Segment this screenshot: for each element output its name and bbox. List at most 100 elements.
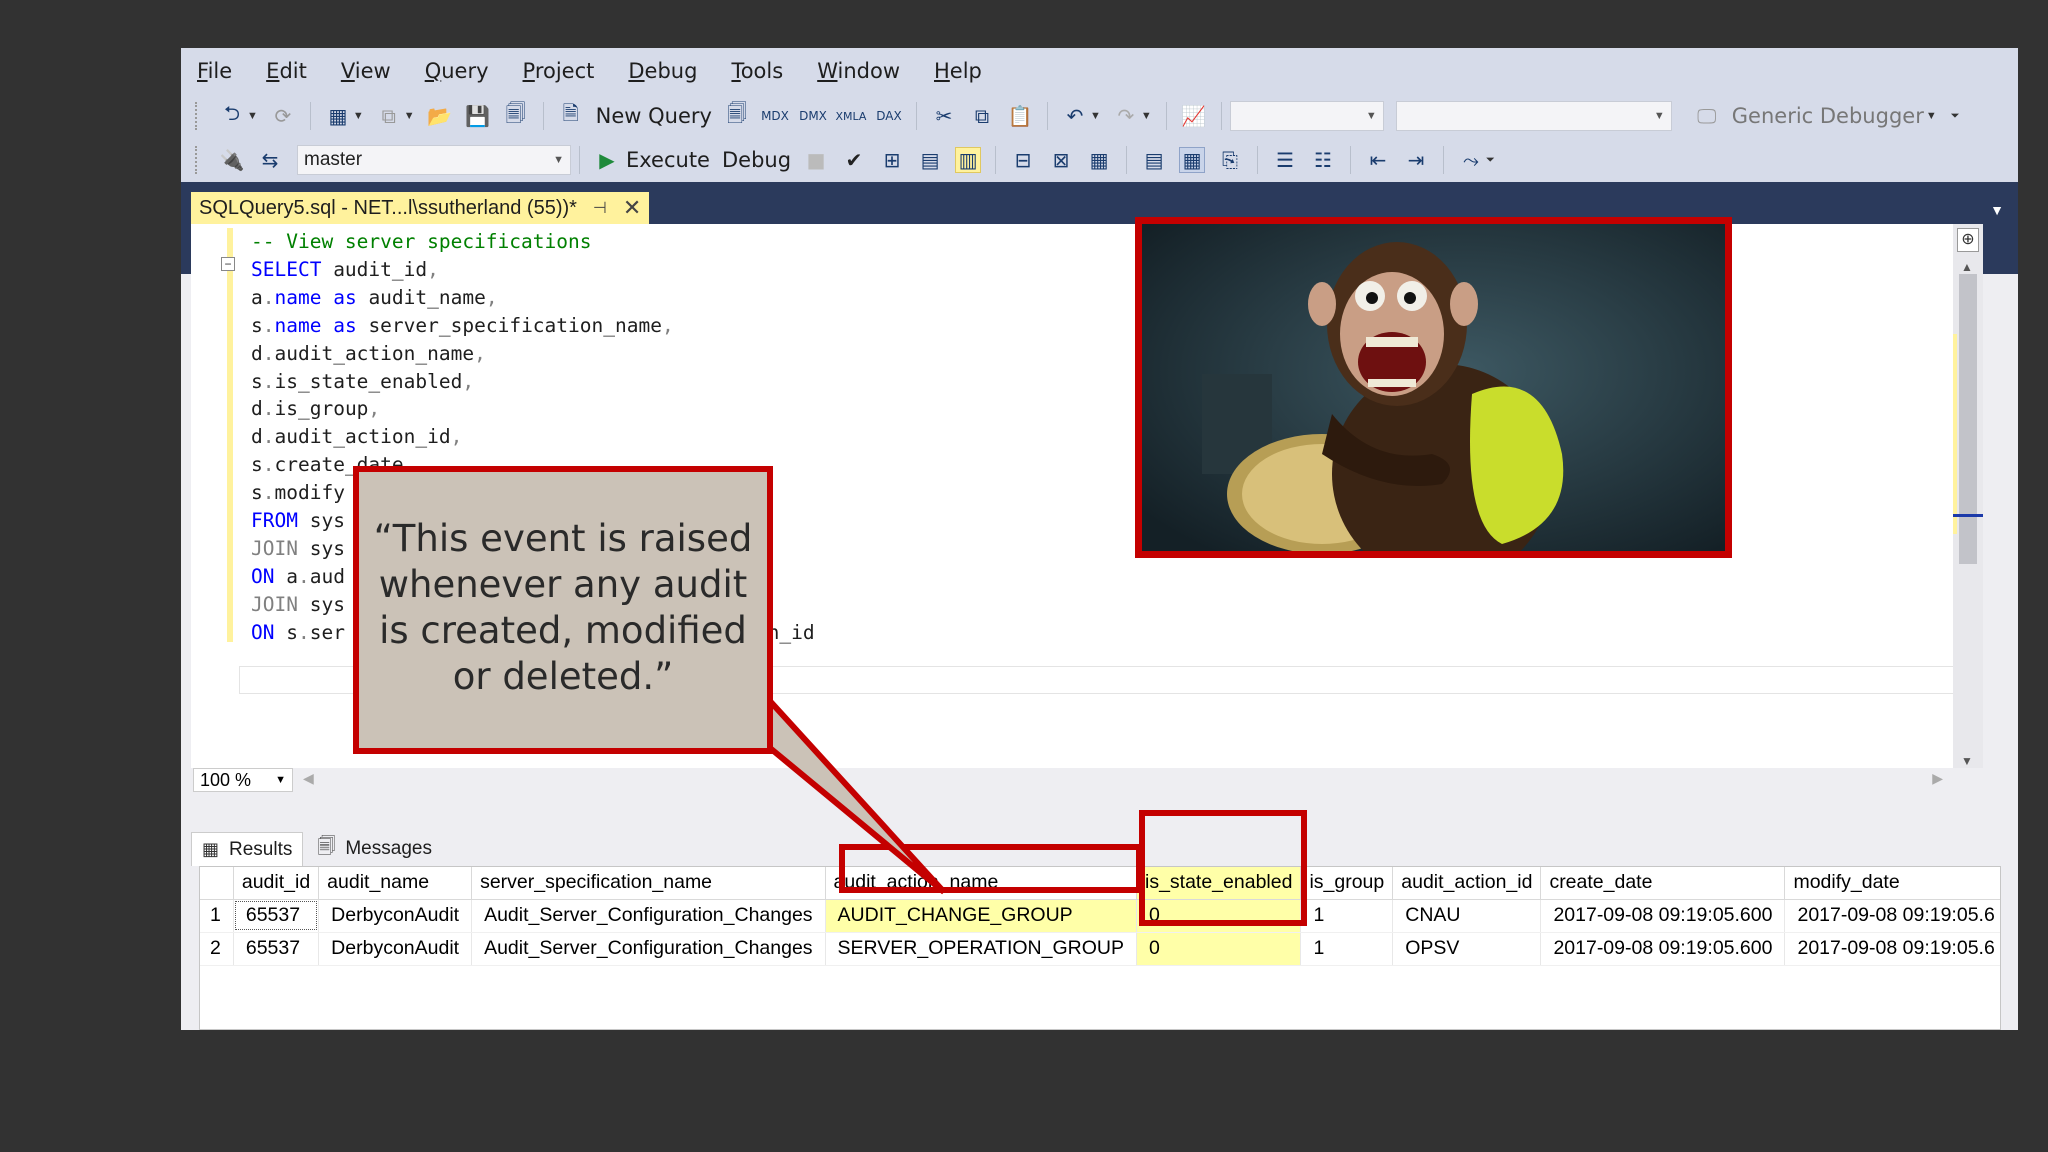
display-estimated-plan-icon[interactable]: ⊞ [879,147,905,173]
tab-sqlquery5[interactable]: SQLQuery5.sql - NET...l\ssutherland (55)… [191,192,650,224]
redo-dropdown-icon[interactable]: ▼ [1141,110,1152,122]
menu-debug[interactable]: Debug [628,59,697,83]
generic-debugger-button[interactable]: Generic Debugger [1732,104,1924,128]
cell-server-specification-name[interactable]: Audit_Server_Configuration_Changes [471,899,826,933]
activity-monitor-icon[interactable]: 📈 [1181,103,1207,129]
undo-dropdown-icon[interactable]: ▼ [1090,110,1101,122]
zoom-select[interactable]: 100 % ▼ [193,768,293,792]
menu-window[interactable]: Window [817,59,900,83]
scroll-down-icon[interactable]: ▼ [1961,754,1973,768]
scroll-thumb[interactable] [1959,274,1977,564]
menu-help[interactable]: Help [934,59,982,83]
cancel-query-icon[interactable]: ■ [803,147,829,173]
collapse-icon[interactable]: − [221,257,235,271]
cell-audit-action-id[interactable]: CNAU [1392,899,1542,933]
scroll-right-icon[interactable]: ▶ [1932,770,1943,787]
increase-indent-icon[interactable]: ⇥ [1403,147,1429,173]
column-header-is-group[interactable]: is_group [1300,867,1394,900]
cell-audit-name[interactable]: DerbyconAudit [318,932,473,966]
tab-messages[interactable]: 🗐 Messages [307,832,442,866]
save-icon[interactable]: 💾 [465,103,491,129]
cell-is-group[interactable]: 1 [1300,932,1394,966]
close-icon[interactable]: ✕ [623,195,641,221]
parse-icon[interactable]: ✔ [841,147,867,173]
cell-is-state-enabled[interactable]: 0 [1136,932,1302,966]
back-icon[interactable]: ⮌ [219,101,245,129]
tab-overflow-icon[interactable]: ▼ [1990,202,2004,218]
menu-edit[interactable]: Edit [266,59,307,83]
specify-template-values-icon[interactable]: ⤳ [1458,147,1484,173]
cell-create-date[interactable]: 2017-09-08 09:19:05.600 [1540,932,1786,966]
grid-corner[interactable] [200,867,234,900]
row-number[interactable]: 1 [200,899,234,933]
results-to-text-icon[interactable]: ▤ [1141,147,1167,173]
table-row[interactable]: 1 65537 DerbyconAudit Audit_Server_Configur… [200,899,2000,933]
split-icon[interactable]: ⊕ [1957,228,1979,252]
toolbar-overflow-icon[interactable]: ⏷ [1486,154,1495,167]
debug-button[interactable]: Debug [722,148,791,172]
cell-audit-action-name[interactable]: SERVER_OPERATION_GROUP [825,932,1137,966]
scroll-up-icon[interactable]: ▲ [1961,260,1973,274]
cell-modify-date[interactable]: 2017-09-08 09:19:05.6 [1784,899,2000,933]
cell-modify-date[interactable]: 2017-09-08 09:19:05.6 [1784,932,2000,966]
redo-icon[interactable]: ↷ [1113,103,1139,129]
change-connection-icon[interactable]: ⇆ [257,147,283,173]
menu-file[interactable]: File [197,59,232,83]
results-to-grid-icon[interactable]: ▦ [1179,147,1206,173]
add-item-icon[interactable]: ⧉ [376,103,402,129]
tab-results[interactable]: ▦ Results [191,832,304,866]
new-query-icon[interactable]: 🗎 [558,101,584,129]
menu-query[interactable]: Query [425,59,489,83]
toolbar-grip[interactable] [195,146,201,174]
table-row[interactable]: 2 65537 DerbyconAudit Audit_Server_Configur… [200,932,2000,966]
scroll-left-icon[interactable]: ◀ [303,770,314,787]
menu-project[interactable]: Project [523,59,595,83]
cell-audit-action-name[interactable]: AUDIT_CHANGE_GROUP [825,899,1137,933]
back-dropdown-icon[interactable]: ▼ [247,110,258,122]
xmla-query-icon[interactable]: XMLA [836,103,867,129]
column-header-server-specification-name[interactable]: server_specification_name [471,867,826,900]
comment-out-icon[interactable]: ☰ [1272,147,1298,173]
undo-icon[interactable]: ↶ [1062,103,1088,129]
copy-icon[interactable]: ⧉ [969,103,995,129]
row-number[interactable]: 2 [200,932,234,966]
cell-audit-name[interactable]: DerbyconAudit [318,899,473,933]
query-designer-icon[interactable]: ▤ [917,147,943,173]
editor-vertical-scrollbar[interactable]: ⊕ ▲ ▼ [1953,224,1983,792]
dax-query-icon[interactable]: DAX [876,103,902,129]
cell-is-group[interactable]: 1 [1300,899,1394,933]
pin-icon[interactable]: ⊣ [593,198,607,218]
new-project-dropdown-icon[interactable]: ▼ [353,110,364,122]
save-all-icon[interactable]: 🗐 [503,101,529,129]
live-query-stats-icon[interactable]: ⊠ [1048,147,1074,173]
cell-server-specification-name[interactable]: Audit_Server_Configuration_Changes [471,932,826,966]
column-header-modify-date[interactable]: modify_date [1784,867,2000,900]
intellisense-icon[interactable]: ▥ [955,147,982,173]
execute-icon[interactable]: ▶ [594,147,620,173]
available-databases-select[interactable]: master ▼ [297,145,571,175]
toolbar-grip[interactable] [195,102,201,130]
cell-audit-id[interactable]: 65537 [233,932,320,966]
solution-platform-combo[interactable]: ▼ [1395,101,1672,131]
cell-create-date[interactable]: 2017-09-08 09:19:05.600 [1540,899,1786,933]
debugger-dropdown-icon[interactable]: ▼ [1926,110,1937,122]
new-project-icon[interactable]: ▦ [325,103,351,129]
toolbar-overflow-icon[interactable]: ⏷ [1951,110,1960,123]
column-header-audit-id[interactable]: audit_id [233,867,320,900]
dmx-query-icon[interactable]: DMX [799,103,827,129]
cut-icon[interactable]: ✂ [931,103,957,129]
client-statistics-icon[interactable]: ▦ [1086,147,1112,173]
menu-tools[interactable]: Tools [731,59,783,83]
column-header-create-date[interactable]: create_date [1540,867,1786,900]
execute-button[interactable]: Execute [626,148,710,172]
open-file-icon[interactable]: 📂 [427,103,453,129]
cell-audit-id[interactable]: 65537 [233,899,320,933]
mdx-query-icon[interactable]: MDX [761,103,789,129]
debugger-icon[interactable]: 🖵 [1694,103,1720,129]
solution-config-combo[interactable]: ▼ [1229,101,1384,131]
menu-view[interactable]: View [341,59,391,83]
new-query-button[interactable]: New Query [596,104,712,128]
cell-audit-action-id[interactable]: OPSV [1392,932,1542,966]
paste-icon[interactable]: 📋 [1007,103,1033,129]
connect-icon[interactable]: 🔌 [219,147,245,173]
